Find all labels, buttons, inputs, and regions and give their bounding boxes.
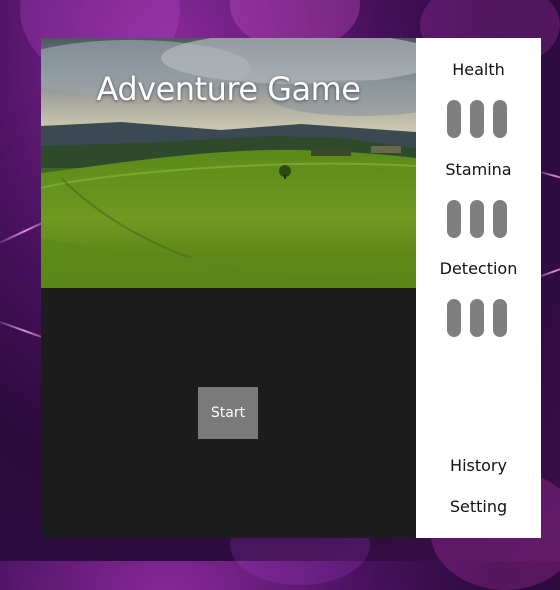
health-label: Health: [452, 60, 505, 79]
status-sidebar: Health Stamina Detection History Setting: [416, 38, 541, 538]
game-title: Adventure Game: [96, 70, 361, 108]
stamina-pip: [470, 200, 484, 238]
stamina-label: Stamina: [445, 160, 512, 179]
health-pip: [470, 100, 484, 138]
setting-link[interactable]: Setting: [416, 497, 541, 516]
stamina-meter: [447, 200, 507, 238]
detection-pip: [447, 299, 461, 337]
history-link[interactable]: History: [416, 456, 541, 475]
game-window: Adventure Game Start Health Stamina Dete…: [41, 38, 541, 538]
detection-meter: [447, 299, 507, 337]
health-meter: [447, 100, 507, 138]
main-panel: Adventure Game Start: [41, 38, 416, 538]
health-pip: [493, 100, 507, 138]
detection-pip: [470, 299, 484, 337]
detection-pip: [493, 299, 507, 337]
start-button[interactable]: Start: [198, 387, 258, 439]
stamina-pip: [447, 200, 461, 238]
scene-image: Adventure Game: [41, 38, 416, 288]
stamina-pip: [493, 200, 507, 238]
detection-label: Detection: [439, 259, 518, 278]
health-pip: [447, 100, 461, 138]
